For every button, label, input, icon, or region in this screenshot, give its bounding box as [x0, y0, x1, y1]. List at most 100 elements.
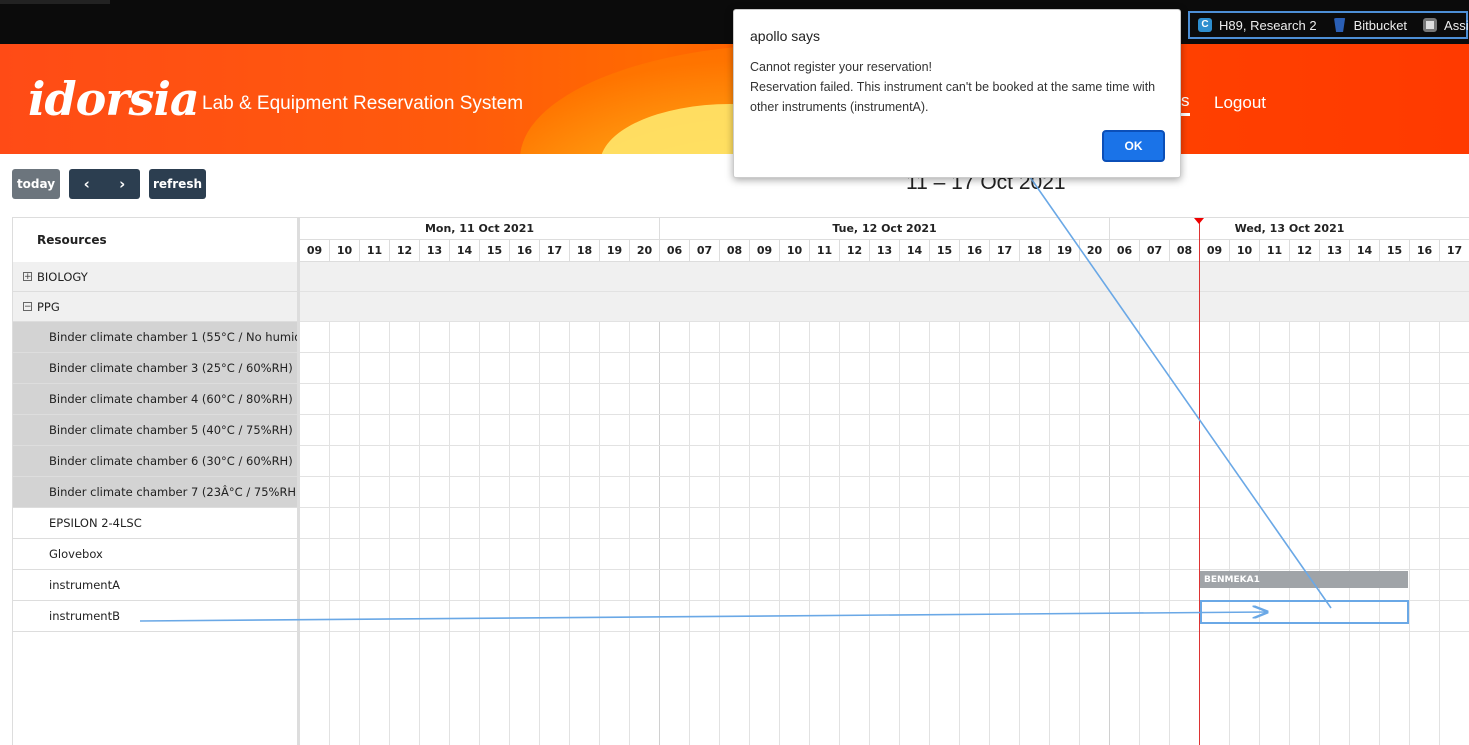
expand-toggle-icon[interactable]: − [23, 302, 32, 312]
chevron-right-icon[interactable]: › [105, 175, 141, 193]
resource-row[interactable]: Binder climate chamber 1 (55°C / No humi… [13, 322, 297, 353]
idorsia-logo[interactable]: idorsia [28, 72, 200, 126]
grid-column-line [899, 262, 900, 745]
grid-column-line [1229, 262, 1230, 745]
resource-group-ppg[interactable]: − PPG [13, 292, 297, 322]
group-row-band [300, 262, 1469, 292]
group-label: BIOLOGY [37, 269, 88, 284]
resource-group-biology[interactable]: + BIOLOGY [13, 262, 297, 292]
resource-row[interactable]: Binder climate chamber 6 (30°C / 60%RH) [13, 446, 297, 477]
grid-column-line [1439, 262, 1440, 745]
hour-header: 15 [930, 240, 960, 262]
expand-toggle-icon[interactable]: + [23, 272, 32, 282]
resource-row[interactable]: instrumentB [13, 601, 297, 632]
grid-row-line [300, 383, 1469, 384]
hour-header: 13 [1320, 240, 1350, 262]
resource-column: Resources + BIOLOGY − PPG Binder climate cha… [13, 218, 300, 745]
grid-column-line [779, 262, 780, 745]
grid-row-line [300, 631, 1469, 632]
hour-header: 17 [540, 240, 570, 262]
grid-column-line [719, 262, 720, 745]
resource-label: Glovebox [49, 547, 103, 561]
hour-header: 18 [1020, 240, 1050, 262]
grid-column-line [1289, 262, 1290, 745]
grid-column-line [1349, 262, 1350, 745]
grid-column-line [599, 262, 600, 745]
bookmark-label: H89, Research 2 [1219, 17, 1317, 33]
bookmark-bitbucket[interactable]: Bitbucket [1333, 18, 1407, 33]
resource-label: Binder climate chamber 1 (55°C / No humi… [49, 330, 297, 344]
alert-dialog: apollo says Cannot register your reserva… [733, 9, 1181, 178]
bookmark-h89[interactable]: C H89, Research 2 [1198, 18, 1317, 33]
hour-header: 13 [420, 240, 450, 262]
hour-header: 08 [1170, 240, 1200, 262]
resource-row[interactable]: Binder climate chamber 3 (25°C / 60%RH) [13, 353, 297, 384]
hour-header: 09 [300, 240, 330, 262]
hour-header: 14 [900, 240, 930, 262]
logout-link[interactable]: Logout [1214, 93, 1266, 113]
grid-column-line [1379, 262, 1380, 745]
day-header: Mon, 11 Oct 2021 [300, 218, 660, 240]
grid-row-line [300, 476, 1469, 477]
bookmark-label: Bitbucket [1353, 17, 1408, 33]
grid-column-line [809, 262, 810, 745]
day-header: Tue, 12 Oct 2021 [660, 218, 1110, 240]
reservation-event[interactable]: BENMEKA1 [1200, 571, 1408, 588]
hour-header: 09 [750, 240, 780, 262]
hour-header: 10 [330, 240, 360, 262]
prev-next-group: ‹ › [69, 169, 140, 199]
grid-column-line [1019, 262, 1020, 745]
resources-header-label: Resources [37, 233, 107, 247]
today-button[interactable]: today [12, 169, 60, 199]
hour-header: 11 [1260, 240, 1290, 262]
group-label: PPG [37, 299, 60, 314]
grid-column-line [479, 262, 480, 745]
resource-label: instrumentB [49, 609, 120, 623]
timeline[interactable]: Mon, 11 Oct 2021 09 10 11 12 13 14 15 16 17 18 19 20… [300, 218, 1469, 745]
grid-column-line [539, 262, 540, 745]
bitbucket-icon [1333, 18, 1346, 32]
resource-row[interactable]: Binder climate chamber 7 (23Â°C / 75%RH) [13, 477, 297, 508]
refresh-button[interactable]: refresh [149, 169, 206, 199]
grid-row-line [300, 414, 1469, 415]
resource-row[interactable]: Binder climate chamber 5 (40°C / 75%RH) [13, 415, 297, 446]
nav-item-partial[interactable]: s [1181, 91, 1190, 116]
grid-column-line [1409, 262, 1410, 745]
assist-icon [1423, 18, 1438, 32]
group-row-band [300, 292, 1469, 322]
bookmarks-bar: C H89, Research 2 Bitbucket Assist [1188, 11, 1469, 39]
chevron-left-icon[interactable]: ‹ [69, 175, 105, 193]
hour-header: 13 [870, 240, 900, 262]
grid-column-line [959, 262, 960, 745]
c-icon: C [1198, 18, 1212, 32]
dialog-message: Cannot register your reservation! Reserv… [750, 57, 1170, 117]
grid-column-line [689, 262, 690, 745]
current-time-marker-icon [1194, 218, 1204, 224]
ok-button[interactable]: OK [1102, 130, 1165, 162]
grid-row-line [300, 569, 1469, 570]
resource-row[interactable]: EPSILON 2-4LSC [13, 508, 297, 539]
dialog-title: apollo says [750, 28, 821, 44]
grid-column-line [1079, 262, 1080, 745]
grid-column-line [329, 262, 330, 745]
hour-header: 12 [1290, 240, 1320, 262]
grid-column-line [929, 262, 930, 745]
bookmark-assist[interactable]: Assist [1423, 18, 1469, 33]
grid-column-line [389, 262, 390, 745]
resources-header: Resources [13, 218, 297, 263]
new-reservation-selection[interactable] [1200, 600, 1409, 624]
hour-header: 07 [690, 240, 720, 262]
resource-row[interactable]: Glovebox [13, 539, 297, 570]
grid-column-line [419, 262, 420, 745]
hour-header: 10 [780, 240, 810, 262]
resource-label: instrumentA [49, 578, 120, 592]
hour-header: 07 [1140, 240, 1170, 262]
resource-label: Binder climate chamber 5 (40°C / 75%RH) [49, 423, 293, 437]
resource-label: EPSILON 2-4LSC [49, 516, 142, 530]
resource-row[interactable]: Binder climate chamber 4 (60°C / 80%RH) [13, 384, 297, 415]
hour-header: 19 [600, 240, 630, 262]
hour-header: 11 [810, 240, 840, 262]
grid-column-line [449, 262, 450, 745]
resource-row[interactable]: instrumentA [13, 570, 297, 601]
hour-header: 06 [1110, 240, 1140, 262]
